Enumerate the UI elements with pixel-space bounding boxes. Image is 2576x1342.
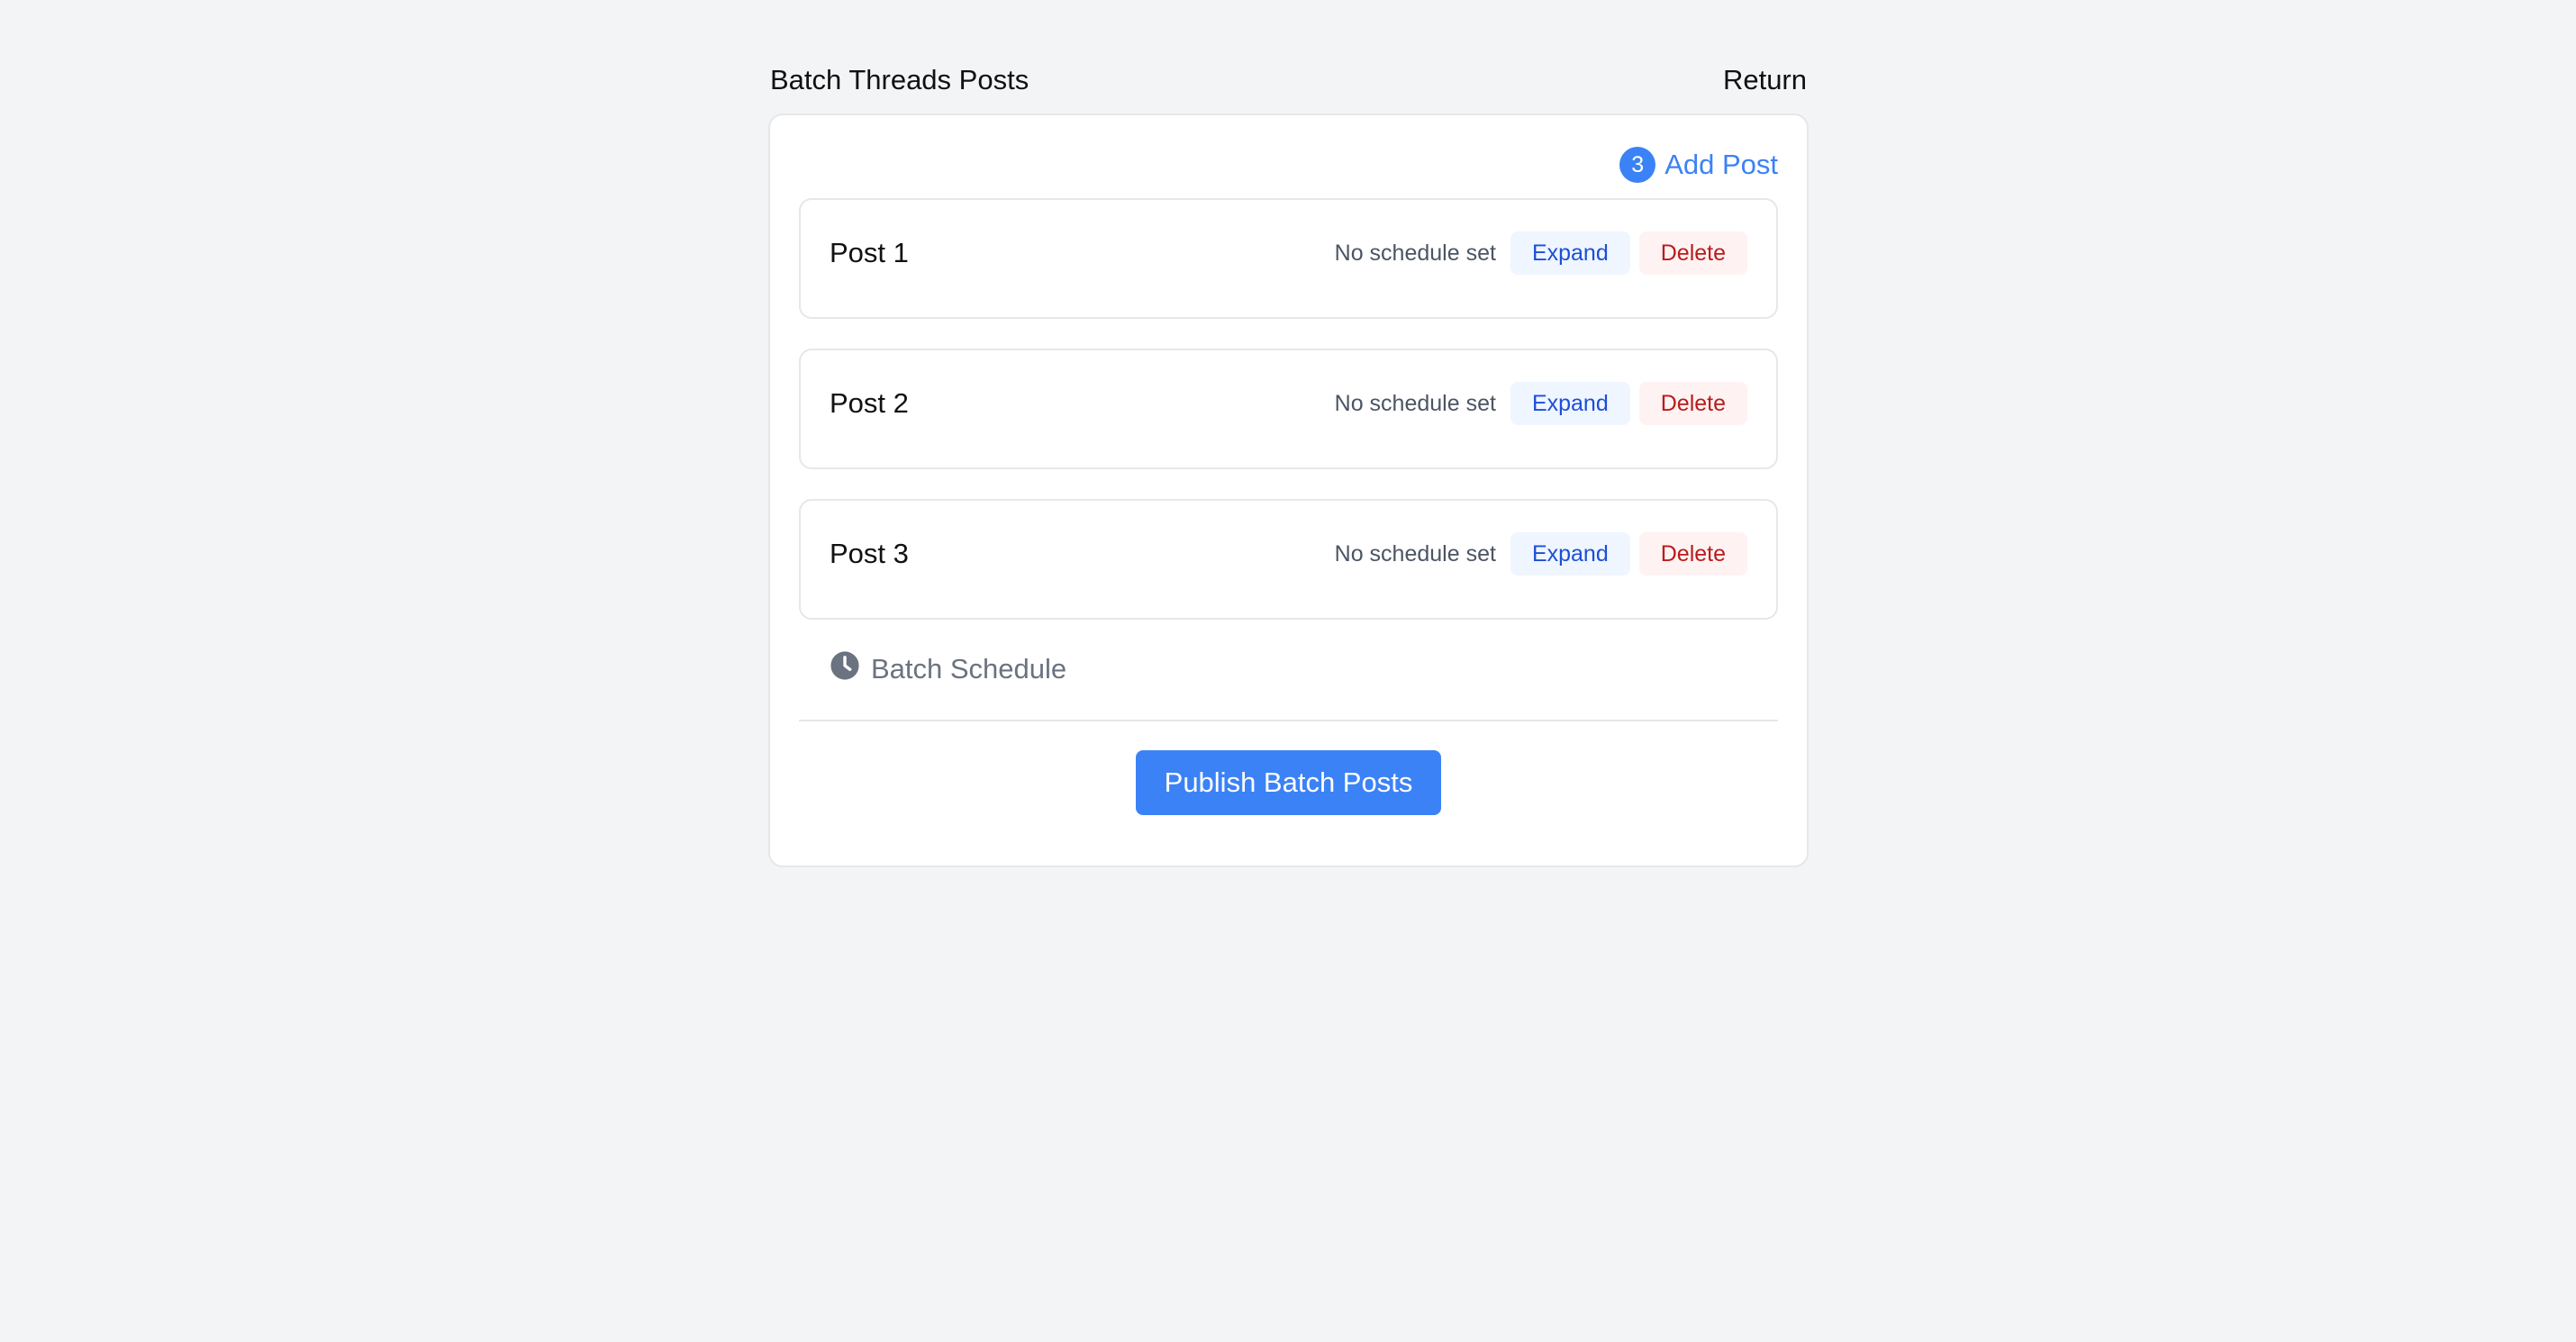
- schedule-status: No schedule set: [1334, 390, 1496, 416]
- clock-icon: [830, 650, 860, 688]
- batch-schedule-label: Batch Schedule: [871, 653, 1067, 685]
- post-card: Post 1 No schedule set Expand Delete: [799, 198, 1778, 319]
- post-actions: No schedule set Expand Delete: [1335, 382, 1747, 425]
- batch-schedule-toggle[interactable]: Batch Schedule: [799, 648, 1066, 691]
- post-card: Post 3 No schedule set Expand Delete: [799, 499, 1778, 620]
- expand-button[interactable]: Expand: [1510, 382, 1630, 425]
- publish-row: Publish Batch Posts: [799, 750, 1778, 815]
- delete-button[interactable]: Delete: [1638, 532, 1747, 576]
- page-container: Batch Threads Posts Return 3 Add Post Po…: [768, 59, 1809, 867]
- add-post-label: Add Post: [1664, 149, 1778, 180]
- return-link[interactable]: Return: [1723, 64, 1807, 96]
- schedule-status: No schedule set: [1334, 540, 1496, 567]
- post-card: Post 2 No schedule set Expand Delete: [799, 349, 1778, 469]
- post-actions: No schedule set Expand Delete: [1335, 532, 1747, 576]
- post-title: Post 3: [830, 538, 909, 569]
- post-title: Post 2: [830, 387, 909, 419]
- expand-button[interactable]: Expand: [1510, 231, 1630, 275]
- publish-batch-button[interactable]: Publish Batch Posts: [1135, 750, 1442, 815]
- delete-button[interactable]: Delete: [1638, 382, 1747, 425]
- page-title: Batch Threads Posts: [770, 64, 1029, 95]
- post-title: Post 1: [830, 237, 909, 268]
- add-post-row: 3 Add Post: [799, 146, 1778, 184]
- post-list: Post 1 No schedule set Expand Delete Pos…: [799, 198, 1778, 620]
- schedule-status: No schedule set: [1334, 240, 1496, 266]
- divider: [799, 720, 1778, 721]
- post-count-badge: 3: [1619, 147, 1656, 183]
- delete-button[interactable]: Delete: [1638, 231, 1747, 275]
- page-header: Batch Threads Posts Return: [768, 59, 1809, 101]
- batch-card: 3 Add Post Post 1 No schedule set Expand…: [768, 113, 1809, 867]
- post-actions: No schedule set Expand Delete: [1335, 231, 1747, 275]
- add-post-button[interactable]: 3 Add Post: [1619, 147, 1778, 183]
- expand-button[interactable]: Expand: [1510, 532, 1630, 576]
